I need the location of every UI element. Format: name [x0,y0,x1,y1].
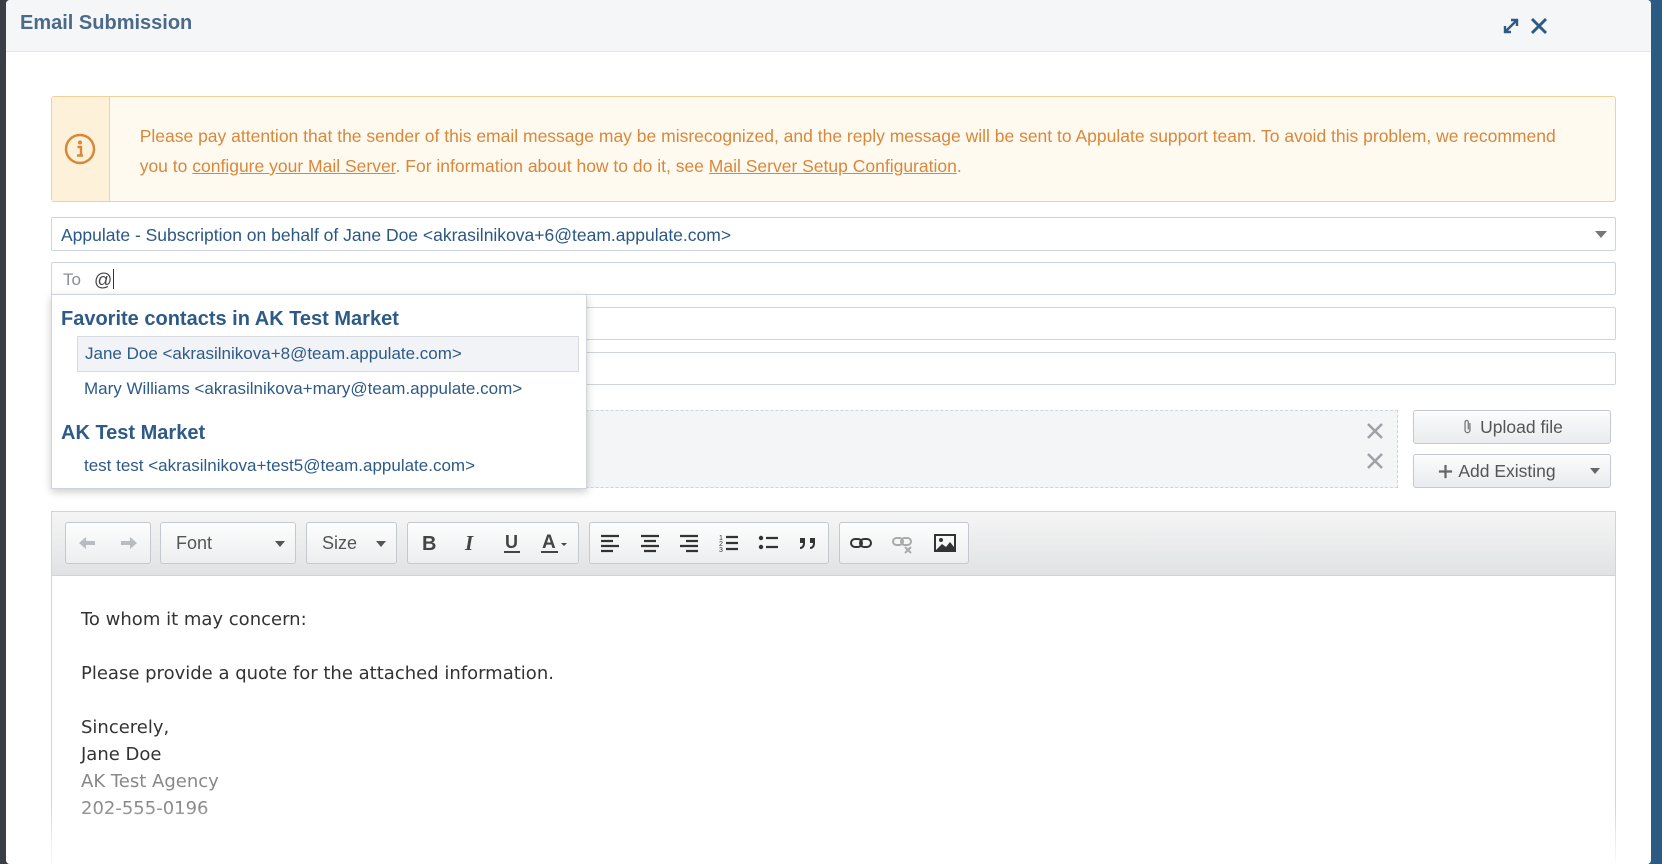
bold-icon: B [422,533,436,555]
mail-server-setup-link[interactable]: Mail Server Setup Configuration [709,156,957,176]
remove-attachment-icon[interactable] [1365,451,1385,471]
unlink-icon [892,537,912,554]
align-left-button[interactable] [590,523,630,563]
to-input[interactable]: @ [94,269,115,291]
editor-toolbar: Font Size B I U A 1 2 3 [52,512,1615,576]
align-left-icon [600,534,619,553]
link-icon [850,538,872,548]
to-label: To [63,270,81,289]
body-line: Jane Doe [81,744,162,765]
font-size-select[interactable]: Size [306,522,397,564]
italic-icon: I [464,531,474,555]
svg-text:U: U [505,532,518,552]
configure-mail-server-link[interactable]: configure your Mail Server [192,156,395,176]
underline-icon: U [503,532,520,553]
undo-icon [79,537,95,549]
remove-link-button[interactable] [882,523,924,563]
blockquote-icon [800,538,816,549]
redo-icon [121,537,137,549]
autocomplete-item[interactable]: test test <akrasilnikova+test5@team.appu… [77,449,579,485]
alert-text: . [956,156,962,176]
message-editor: Font Size B I U A 1 2 3 To whom it may c… [51,511,1616,864]
close-button[interactable] [1527,14,1551,38]
insert-link-button[interactable] [840,523,882,563]
font-label: Font [176,532,213,553]
italic-button[interactable]: I [450,523,492,563]
autocomplete-group-title: Favorite contacts in AK Test Market [61,308,399,330]
redo-button[interactable] [108,523,150,563]
dialog-header: Email Submission [6,0,1651,52]
size-select-value: Size [307,523,396,563]
size-label: Size [322,532,358,553]
numbered-list-button[interactable]: 123 [709,523,749,563]
insert-group [839,522,969,564]
dialog-title: Email Submission [20,12,193,34]
bullet-list-icon [758,535,778,550]
add-existing-button[interactable]: Add Existing [1413,454,1611,488]
add-existing-dropdown-toggle[interactable] [1580,455,1610,487]
svg-text:B: B [422,533,436,555]
from-sender-select[interactable]: Appulate - Subscription on behalf of Jan… [51,217,1616,251]
email-submission-dialog: Email Submission Please pay attention th… [6,0,1651,864]
text-cursor [113,269,115,289]
remove-attachment-icon[interactable] [1365,421,1385,441]
upload-file-label: Upload file [1480,416,1563,437]
bullet-list-button[interactable] [749,523,789,563]
paragraph-group: 123 [589,522,829,564]
autocomplete-item[interactable]: Mary Williams <akrasilnikova+mary@team.a… [77,372,579,408]
close-icon [1530,17,1548,35]
alert-icon-cell [52,97,110,201]
paperclip-icon [1464,419,1471,434]
undo-button[interactable] [66,523,108,563]
chevron-down-icon [275,541,285,547]
alert-text: . For information about how to do it, se… [395,156,709,176]
message-body[interactable]: To whom it may concern: Please provide a… [52,576,1615,822]
align-center-icon [640,534,659,553]
mail-server-warning: Please pay attention that the sender of … [51,96,1616,202]
underline-button[interactable]: U [491,523,533,563]
image-icon [934,534,956,552]
svg-text:A: A [542,532,556,553]
font-select-value: Font [161,523,295,563]
to-field[interactable]: To @ [51,262,1616,295]
autocomplete-group-title: AK Test Market [61,422,206,444]
numbered-list-icon: 123 [719,535,738,554]
expand-icon [1503,18,1519,34]
svg-text:I: I [464,531,474,555]
body-line: To whom it may concern: [81,609,307,630]
signature-agency: AK Test Agency [81,771,219,792]
autocomplete-item[interactable]: Jane Doe <akrasilnikova+8@team.appulate.… [77,336,579,372]
font-color-button[interactable]: A [533,523,578,563]
body-line: Sincerely, [81,717,170,738]
font-family-select[interactable]: Font [160,522,296,564]
chevron-down-icon [1595,231,1607,238]
add-existing-label: Add Existing [1458,460,1556,481]
chevron-down-icon [1590,468,1600,474]
svg-text:3: 3 [719,547,723,554]
maximize-button[interactable] [1499,14,1523,38]
bold-button[interactable]: B [408,523,450,563]
align-right-icon [680,534,699,553]
history-group [65,522,151,564]
insert-image-button[interactable] [924,523,966,563]
chevron-down-icon [376,541,386,547]
recipient-autocomplete-dropdown: Favorite contacts in AK Test Market Jane… [51,294,587,489]
body-line: Please provide a quote for the attached … [81,663,554,684]
upload-file-button[interactable]: Upload file [1413,410,1611,444]
font-color-icon: A [541,532,568,553]
blockquote-button[interactable] [788,523,828,563]
alert-message: Please pay attention that the sender of … [110,97,1615,201]
from-value: Appulate - Subscription on behalf of Jan… [61,225,732,245]
info-icon [65,133,96,165]
to-input-value: @ [94,270,113,290]
align-center-button[interactable] [630,523,670,563]
signature-phone: 202-555-0196 [81,798,209,819]
align-right-button[interactable] [669,523,709,563]
plus-icon [1439,464,1453,478]
text-style-group: B I U A [407,522,579,564]
